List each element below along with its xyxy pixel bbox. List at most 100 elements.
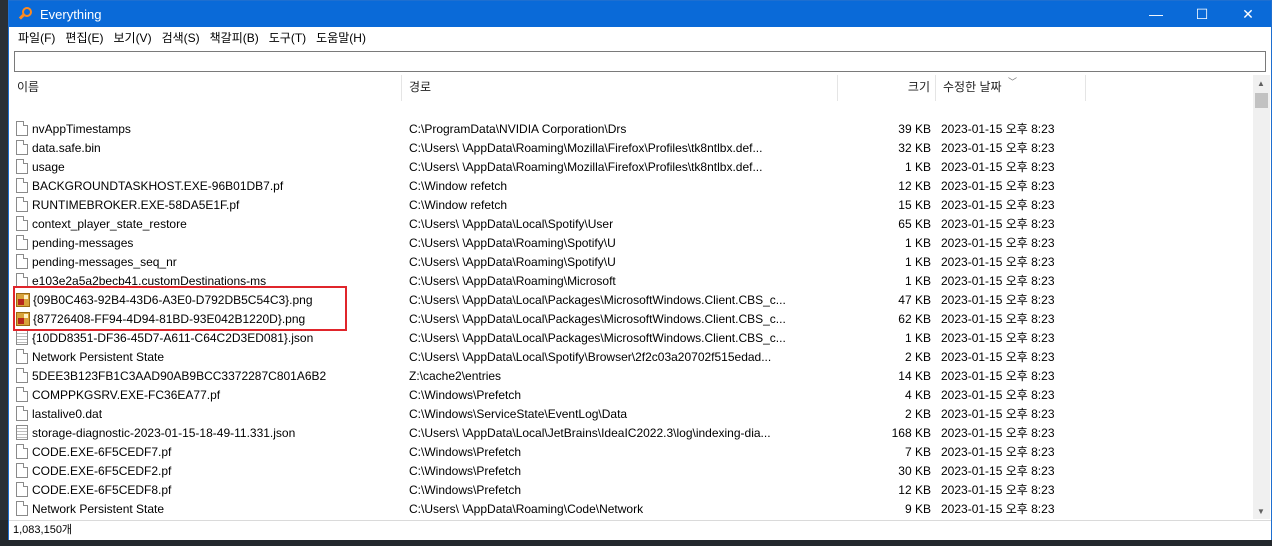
file-path: C:\Users\ \AppData\Roaming\Spotify\U <box>409 254 616 269</box>
file-size: 39 KB <box>898 121 931 136</box>
close-button[interactable]: ✕ <box>1225 1 1271 27</box>
window-title: Everything <box>40 6 102 22</box>
file-path: C:\Users\ \AppData\Roaming\Mozilla\Firef… <box>409 140 763 155</box>
file-date: 2023-01-15 오후 8:23 <box>941 122 1055 136</box>
file-date: 2023-01-15 오후 8:23 <box>941 502 1055 516</box>
file-icon <box>16 463 28 478</box>
file-size: 14 KB <box>898 368 931 383</box>
file-name: pending-messages <box>32 235 134 250</box>
file-row[interactable]: Network Persistent State C:\Users\ \AppDa… <box>10 499 1254 518</box>
file-row[interactable]: context_player_state_restore C:\Users\ \A… <box>10 214 1254 233</box>
file-size: 12 KB <box>898 482 931 497</box>
file-size: 62 KB <box>898 311 931 326</box>
file-date: 2023-01-15 오후 8:23 <box>941 160 1055 174</box>
window-controls: — ☐ ✕ <box>1133 1 1271 27</box>
everything-window: Everything — ☐ ✕ 파일(F) 편집(E) 보기(V) 검색(S)… <box>8 0 1272 540</box>
file-size: 15 KB <box>898 197 931 212</box>
file-icon <box>16 368 28 383</box>
file-name: usage <box>32 159 65 174</box>
file-path: C:\Window refetch <box>409 178 508 193</box>
file-size: 12 KB <box>898 178 931 193</box>
file-date: 2023-01-15 오후 8:23 <box>941 350 1055 364</box>
text-icon <box>16 330 28 345</box>
file-date: 2023-01-15 오후 8:23 <box>941 483 1055 497</box>
file-size: 1 KB <box>904 159 931 174</box>
file-name-cell: Network Persistent State <box>10 501 402 516</box>
minimize-button[interactable]: — <box>1133 1 1179 27</box>
file-row[interactable]: data.safe.bin C:\Users\ \AppData\Roaming\… <box>10 138 1254 157</box>
file-row[interactable]: BACKGROUNDTASKHOST.EXE-96B01DB7.pf C:\Win… <box>10 176 1254 195</box>
file-name: context_player_state_restore <box>32 216 187 231</box>
file-date: 2023-01-15 오후 8:23 <box>941 293 1055 307</box>
scroll-down-icon[interactable]: ▼ <box>1257 507 1265 516</box>
file-path: C:\Users\ \AppData\Local\Packages\Micros… <box>409 292 786 307</box>
column-header-size[interactable]: 크기 <box>838 75 936 101</box>
file-size: 2 KB <box>904 349 931 364</box>
column-header-path[interactable]: 경로 <box>402 75 838 101</box>
file-size: 47 KB <box>898 292 931 307</box>
column-header-date[interactable]: 수정한 날짜 ﹀ <box>936 75 1086 101</box>
file-row[interactable]: COMPPKGSRV.EXE-FC36EA77.pf C:\Windows\Pre… <box>10 385 1254 404</box>
menu-tools[interactable]: 도구(T) <box>264 27 311 49</box>
file-icon <box>16 349 28 364</box>
search-input[interactable] <box>14 51 1266 72</box>
file-name-cell: COMPPKGSRV.EXE-FC36EA77.pf <box>10 387 402 402</box>
file-name-cell: lastalive0.dat <box>10 406 402 421</box>
file-size: 30 KB <box>898 463 931 478</box>
file-size: 9 KB <box>904 501 931 516</box>
menu-search[interactable]: 검색(S) <box>157 27 205 49</box>
file-name-cell: CODE.EXE-6F5CEDF7.pf <box>10 444 402 459</box>
text-icon <box>16 425 28 440</box>
menu-bookmarks[interactable]: 책갈피(B) <box>205 27 264 49</box>
file-size: 1 KB <box>904 235 931 250</box>
column-header: 이름 경로 크기 수정한 날짜 ﹀ <box>10 75 1254 101</box>
title-bar[interactable]: Everything — ☐ ✕ <box>9 1 1271 27</box>
file-row[interactable]: lastalive0.dat C:\Windows\ServiceState\Ev… <box>10 404 1254 423</box>
sort-descending-icon: ﹀ <box>1008 77 1018 87</box>
file-icon <box>16 387 28 402</box>
file-row[interactable]: nvAppTimestamps C:\ProgramData\NVIDIA Cor… <box>10 119 1254 138</box>
file-size: 2 KB <box>904 406 931 421</box>
scroll-thumb[interactable] <box>1255 93 1268 108</box>
scroll-up-icon[interactable]: ▲ <box>1257 79 1265 88</box>
file-path: C:\Window refetch <box>409 197 508 212</box>
file-date: 2023-01-15 오후 8:23 <box>941 369 1055 383</box>
maximize-button[interactable]: ☐ <box>1179 1 1225 27</box>
file-row[interactable]: 5DEE3B123FB1C3AAD90AB9BCC3372287C801A6B2… <box>10 366 1254 385</box>
file-name: CODE.EXE-6F5CEDF2.pf <box>32 463 172 478</box>
file-row[interactable]: RUNTIMEBROKER.EXE-58DA5E1F.pf C:\Window r… <box>10 195 1254 214</box>
file-name-cell: usage <box>10 159 402 174</box>
file-row[interactable]: pending-messages C:\Users\ \AppData\Roami… <box>10 233 1254 252</box>
file-name: BACKGROUNDTASKHOST.EXE-96B01DB7.pf <box>32 178 284 193</box>
file-row[interactable]: Network Persistent State C:\Users\ \AppDa… <box>10 347 1254 366</box>
file-name-cell: Network Persistent State <box>10 349 402 364</box>
file-name: CODE.EXE-6F5CEDF7.pf <box>32 444 172 459</box>
file-row[interactable]: CODE.EXE-6F5CEDF7.pf C:\Windows\Prefetch 7… <box>10 442 1254 461</box>
file-path: C:\Windows\Prefetch <box>409 387 522 402</box>
file-row[interactable]: pending-messages_seq_nr C:\Users\ \AppDat… <box>10 252 1254 271</box>
file-date: 2023-01-15 오후 8:23 <box>941 179 1055 193</box>
file-size: 4 KB <box>904 387 931 402</box>
file-row[interactable]: CODE.EXE-6F5CEDF8.pf C:\Windows\Prefetch 1… <box>10 480 1254 499</box>
menu-help[interactable]: 도움말(H) <box>311 27 371 49</box>
vertical-scrollbar[interactable]: ▲ ▼ <box>1253 75 1270 519</box>
column-header-name[interactable]: 이름 <box>10 75 402 101</box>
file-icon <box>16 482 28 497</box>
file-name-cell: 5DEE3B123FB1C3AAD90AB9BCC3372287C801A6B2 <box>10 368 402 383</box>
file-path: C:\Users\ \AppData\Roaming\Microsoft <box>409 273 616 288</box>
file-date: 2023-01-15 오후 8:23 <box>941 331 1055 345</box>
file-row[interactable]: CODE.EXE-6F5CEDF2.pf C:\Windows\Prefetch 3… <box>10 461 1254 480</box>
file-row[interactable]: storage-diagnostic-2023-01-15-18-49-11.3… <box>10 423 1254 442</box>
file-path: Z:\cache2\entries <box>409 368 502 383</box>
file-name: CODE.EXE-6F5CEDF8.pf <box>32 482 172 497</box>
file-row[interactable]: usage C:\Users\ \AppData\Roaming\Mozilla\… <box>10 157 1254 176</box>
menu-edit[interactable]: 편집(E) <box>60 27 108 49</box>
menu-view[interactable]: 보기(V) <box>108 27 156 49</box>
file-name-cell: pending-messages_seq_nr <box>10 254 402 269</box>
file-date: 2023-01-15 오후 8:23 <box>941 236 1055 250</box>
file-path: C:\Users\ \AppData\Local\Packages\Micros… <box>409 330 786 345</box>
menu-file[interactable]: 파일(F) <box>13 27 60 49</box>
file-icon <box>16 121 28 136</box>
file-size: 1 KB <box>904 330 931 345</box>
file-name: storage-diagnostic-2023-01-15-18-49-11.3… <box>32 425 296 440</box>
